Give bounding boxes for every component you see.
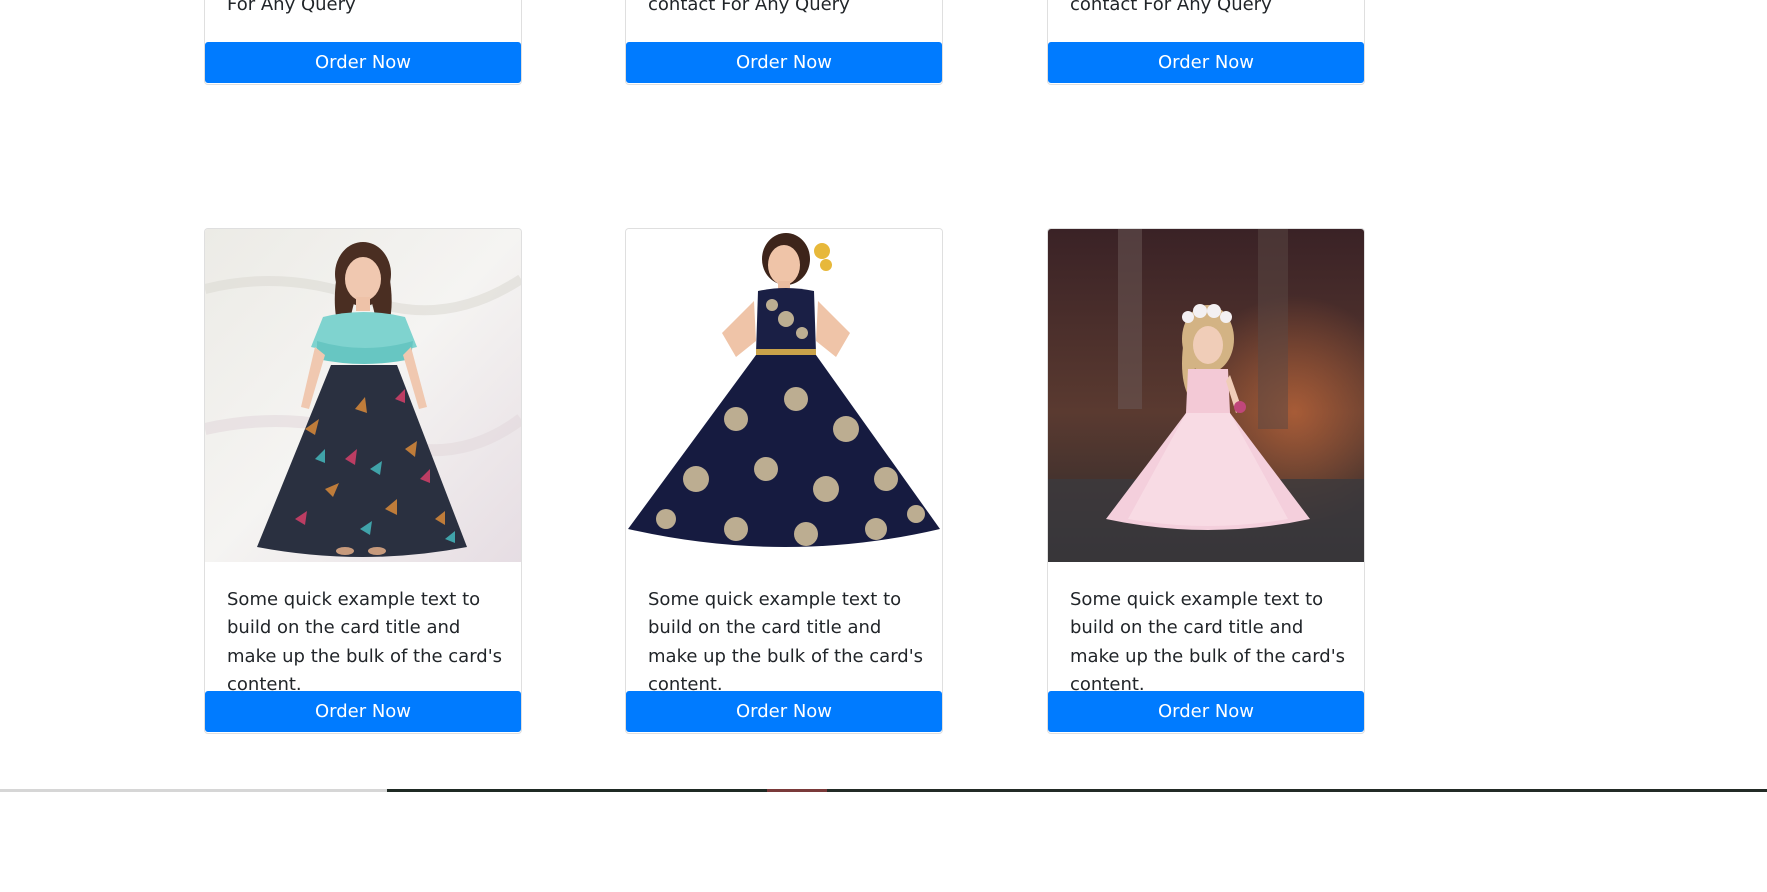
card-text: contact For Any Query [1070, 0, 1272, 15]
card-text: Some quick example text to build on the … [1070, 589, 1346, 695]
order-now-button[interactable]: Order Now [205, 691, 521, 732]
page-footer-area [0, 792, 1767, 892]
product-card: For Any Query Order Now [204, 0, 522, 85]
card-text: For Any Query [227, 0, 356, 15]
card-text: contact For Any Query [648, 0, 850, 15]
product-card: contact For Any Query Order Now [1047, 0, 1365, 85]
product-card: Some quick example text to build on the … [204, 228, 522, 734]
product-card: contact For Any Query Order Now [625, 0, 943, 85]
order-now-button[interactable]: Order Now [1048, 691, 1364, 732]
order-now-button[interactable]: Order Now [626, 42, 942, 83]
order-now-button[interactable]: Order Now [626, 691, 942, 732]
product-image-pink-tulle-gown[interactable] [1048, 229, 1364, 562]
product-card: Some quick example text to build on the … [1047, 228, 1365, 734]
product-card: Some quick example text to build on the … [625, 228, 943, 734]
order-now-button[interactable]: Order Now [205, 42, 521, 83]
card-text: Some quick example text to build on the … [648, 589, 924, 695]
product-image-navy-floral-gown[interactable] [626, 229, 942, 562]
card-text: Some quick example text to build on the … [227, 589, 503, 695]
product-grid-page: For Any Query Order Now contact For Any … [0, 0, 1767, 892]
product-image-teal-floral-dress[interactable] [205, 229, 521, 562]
order-now-button[interactable]: Order Now [1048, 42, 1364, 83]
